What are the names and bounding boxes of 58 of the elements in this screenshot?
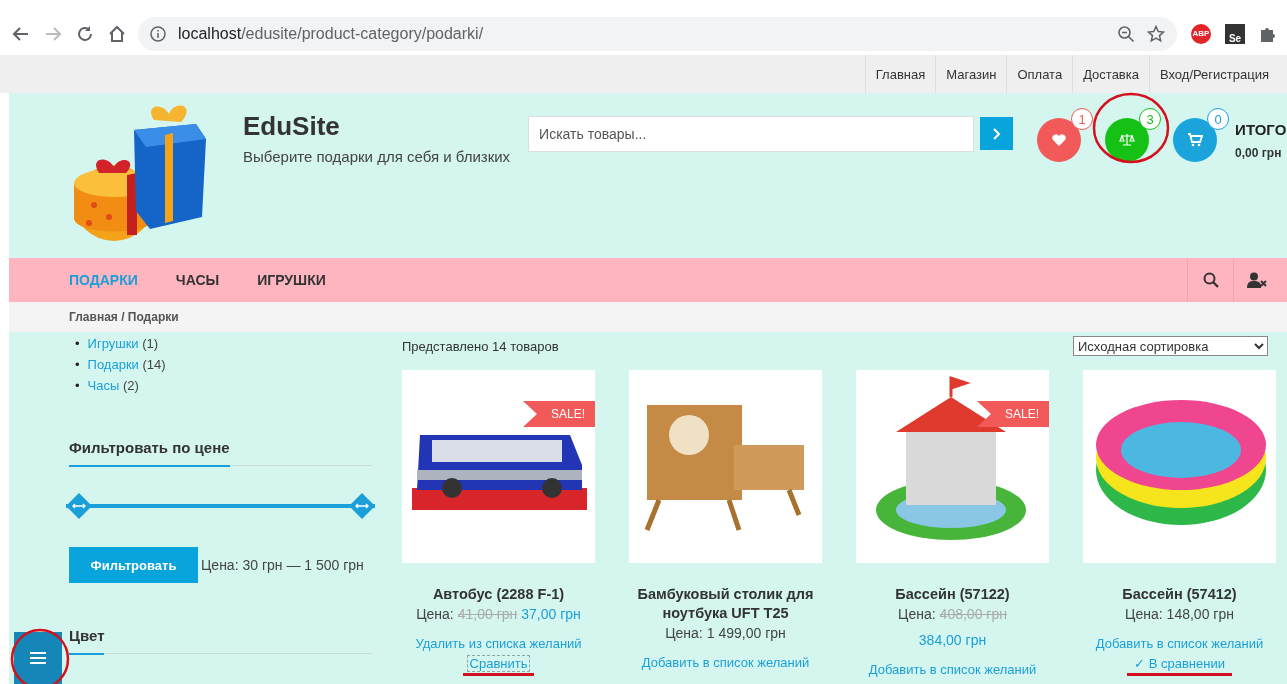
cart-icon <box>1187 132 1204 148</box>
site-tagline: Выберите подарки для себя и близких <box>243 148 511 165</box>
product-price: 148,00 грн <box>1166 606 1234 622</box>
product-price: 1 499,00 грн <box>706 625 786 641</box>
reload-icon[interactable] <box>76 24 94 43</box>
heart-icon <box>1051 132 1068 148</box>
chevron-right-icon <box>992 127 1001 140</box>
price-label: Цена: <box>898 606 936 622</box>
widget-title: Цвет <box>69 627 105 655</box>
menu-icon <box>30 652 46 664</box>
product-title[interactable]: Бассейн (57412) <box>1122 585 1237 604</box>
bullet: • <box>75 378 80 393</box>
widget-title: Фильтровать по цене <box>69 439 230 467</box>
scales-icon <box>1119 132 1136 148</box>
slider-handle-icon[interactable] <box>66 493 92 519</box>
category-count: (14) <box>141 357 166 372</box>
category-count: (1) <box>141 336 159 351</box>
menu-button[interactable] <box>14 632 62 684</box>
address-bar[interactable]: localhost/edusite/product-category/podarki/ <box>138 16 1177 51</box>
old-price: 41,00 грн <box>457 606 518 622</box>
extension-icon[interactable]: Se <box>1225 23 1245 44</box>
home-icon[interactable] <box>108 24 126 43</box>
star-icon[interactable] <box>1147 24 1165 43</box>
price-range-text: Цена: 30 грн — 1 500 грн <box>201 557 364 573</box>
product-price: 384,00 грн <box>917 632 988 648</box>
sort-dropdown[interactable]: Исходная сортировка <box>1073 336 1268 356</box>
breadcrumb: Главная / Подарки <box>9 302 1287 332</box>
nav-tab[interactable]: ЧАСЫ <box>175 258 220 302</box>
product-title[interactable]: Автобус (2288 F-1) <box>432 585 565 604</box>
bullet: • <box>75 357 80 372</box>
search-icon[interactable] <box>1202 272 1219 288</box>
category-count: (2) <box>121 378 139 393</box>
slider-handle-icon[interactable] <box>349 493 375 519</box>
bullet: • <box>75 336 80 351</box>
nav-tab[interactable]: ИГРУШКИ <box>257 258 326 302</box>
search-field[interactable]: Искать товары... <box>528 116 975 152</box>
count-badge: 1 <box>1071 108 1094 130</box>
cart-total-label: ИТОГО <box>1235 121 1287 138</box>
sale-badge: SALE! <box>522 401 595 427</box>
old-price: 408,00 грн <box>939 606 1007 622</box>
back-arrow-icon[interactable] <box>12 24 30 43</box>
count-badge: 0 <box>1207 108 1230 130</box>
user-remove-icon[interactable] <box>1246 272 1267 288</box>
product-price: 37,00 грн <box>521 606 581 622</box>
product-title[interactable]: Бассейн (57122) <box>895 585 1010 604</box>
cart-total-amount: 0,00 грн <box>1235 146 1283 160</box>
sale-badge: SALE! <box>976 401 1049 427</box>
count-badge: 3 <box>1139 108 1162 130</box>
product-title[interactable]: Бамбуковый столик для ноутбука UFT T25 <box>629 585 822 623</box>
site-title[interactable]: EduSite <box>243 111 511 142</box>
price-label: Цена: <box>416 606 454 622</box>
zoom-out-icon[interactable] <box>1117 24 1135 43</box>
url-text: localhost/edusite/product-category/podarki/ <box>178 24 484 43</box>
result-count: Представлено 14 товаров <box>402 338 559 354</box>
price-label: Цена: <box>665 625 703 641</box>
adblock-extension-icon[interactable]: ABP <box>1191 23 1211 44</box>
price-label: Цена: <box>1125 606 1163 622</box>
info-icon <box>150 25 166 42</box>
